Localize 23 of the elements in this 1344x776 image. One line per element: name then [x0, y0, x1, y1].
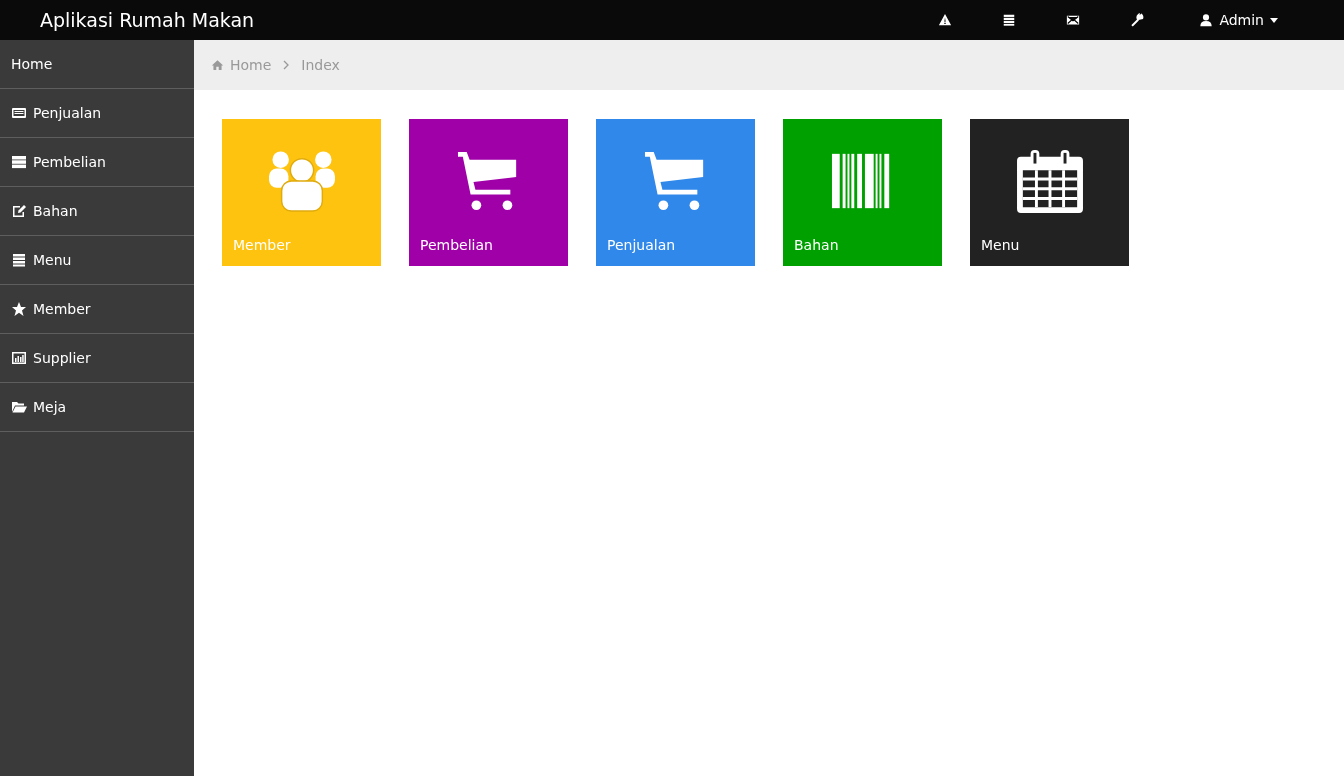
dashboard-tile[interactable]: Pembelian [409, 119, 568, 266]
server-icon [11, 154, 27, 170]
user-menu[interactable]: Admin [1199, 12, 1278, 28]
dashboard-tile[interactable]: Menu [970, 119, 1129, 266]
home-icon [211, 58, 224, 72]
mail-icon [1066, 13, 1081, 27]
calendar-icon [1014, 149, 1085, 213]
people-icon [266, 149, 337, 213]
breadcrumb-current: Index [301, 57, 340, 73]
list-icon [11, 252, 27, 268]
user-icon [1199, 13, 1214, 27]
warning-icon [938, 13, 953, 27]
chevron-icon [283, 60, 290, 70]
caret-icon [1270, 17, 1278, 23]
app-title[interactable]: Aplikasi Rumah Makan [40, 9, 914, 31]
list-icon [1002, 13, 1017, 27]
edit-icon [11, 203, 27, 219]
dashboard-tile[interactable]: Penjualan [596, 119, 755, 266]
card-icon [11, 105, 27, 121]
bar-chart-icon [11, 350, 27, 366]
star-icon [11, 301, 27, 317]
wrench-icon [1130, 13, 1145, 27]
folder-icon [11, 399, 27, 415]
